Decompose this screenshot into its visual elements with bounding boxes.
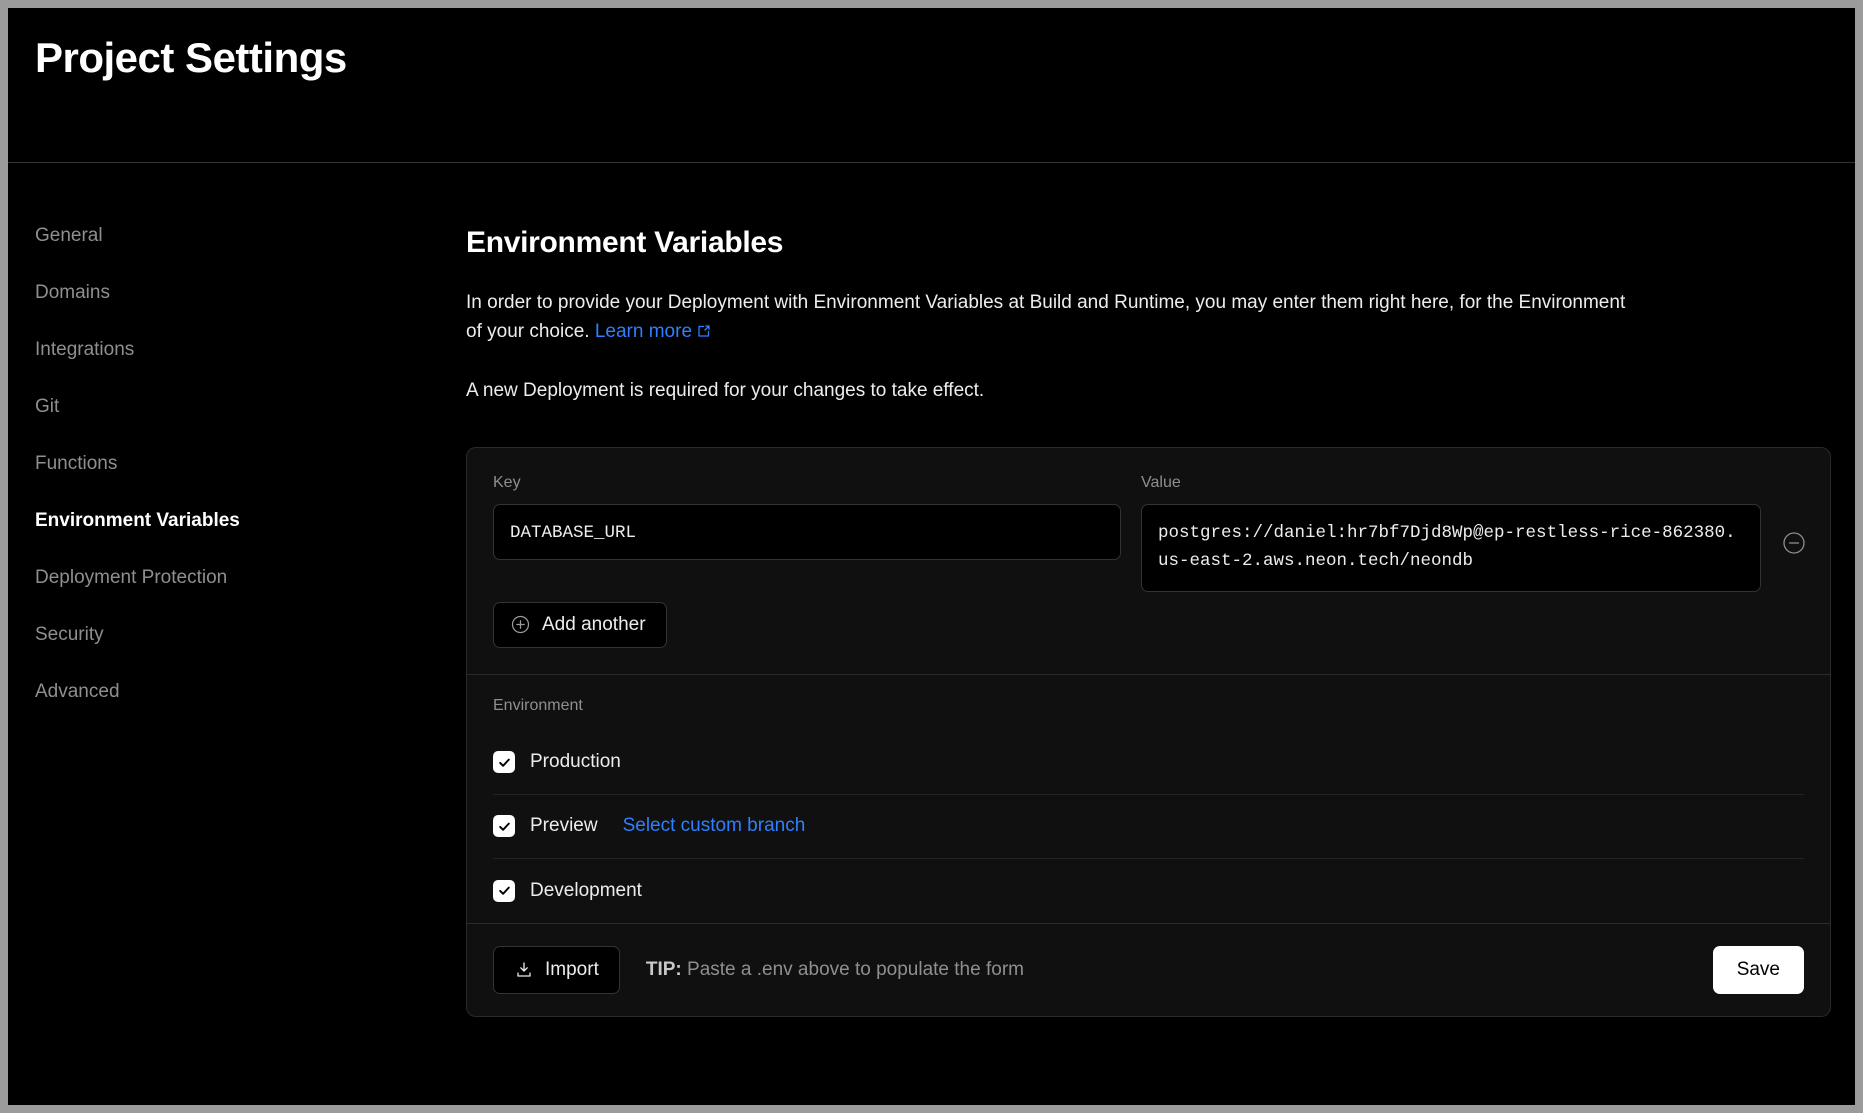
sidebar-item-integrations[interactable]: Integrations: [35, 340, 466, 359]
import-button[interactable]: Import: [493, 945, 620, 994]
environment-name: Development: [530, 879, 642, 901]
value-input[interactable]: [1141, 503, 1761, 592]
section-note: A new Deployment is required for your ch…: [466, 379, 985, 401]
checkbox-preview[interactable]: [493, 815, 515, 838]
environment-name: Preview: [530, 815, 598, 837]
app-window: Project Settings General Domains Integrati…: [8, 8, 1855, 1105]
external-link-icon: [696, 319, 712, 348]
sidebar-item-environment-variables[interactable]: Environment Variables: [35, 511, 466, 530]
checkbox-development[interactable]: [493, 879, 515, 902]
save-button[interactable]: Save: [1712, 945, 1804, 994]
add-another-button[interactable]: Add another: [493, 601, 667, 648]
key-value-section: Key Value: [467, 448, 1830, 674]
sidebar-item-functions[interactable]: Functions: [35, 454, 466, 473]
key-input[interactable]: [493, 503, 1121, 560]
card-footer: Import TIP: Paste a .env above to popula…: [467, 922, 1830, 1016]
environment-options-list: Production Preview Select custom branch Dev…: [493, 731, 1804, 923]
circle-plus-icon: [510, 614, 531, 635]
key-label: Key: [493, 473, 521, 491]
sidebar-item-security[interactable]: Security: [35, 625, 466, 644]
page-title: Project Settings: [35, 34, 347, 81]
tip-prefix: TIP:: [645, 958, 682, 980]
section-description: In order to provide your Deployment with…: [466, 288, 1626, 349]
sidebar-item-domains[interactable]: Domains: [35, 283, 466, 302]
add-another-label: Add another: [542, 613, 646, 635]
circle-minus-icon[interactable]: [1781, 530, 1807, 556]
value-label: Value: [1141, 473, 1181, 491]
page-header: Project Settings: [8, 8, 1855, 163]
environment-name: Production: [530, 751, 621, 773]
section-title: Environment Variables: [466, 226, 784, 259]
learn-more-link[interactable]: Learn more: [595, 321, 712, 342]
key-column: Key: [493, 474, 1121, 596]
select-custom-branch-link[interactable]: Select custom branch: [623, 815, 806, 837]
environment-row: Preview Select custom branch: [493, 795, 1804, 859]
sidebar-item-general[interactable]: General: [35, 226, 466, 245]
tip-text: TIP: Paste a .env above to populate the …: [646, 959, 1024, 981]
download-icon: [514, 960, 534, 980]
sidebar-item-advanced[interactable]: Advanced: [35, 682, 466, 701]
main-content: Environment Variables In order to provid…: [466, 226, 1855, 1017]
value-column: Value: [1141, 474, 1761, 592]
environment-section: Environment Production Preview Select cust…: [467, 675, 1830, 923]
import-label: Import: [545, 958, 599, 980]
key-input-shell: [493, 503, 1121, 596]
page-body: General Domains Integrations Git Functions En…: [8, 163, 1855, 1017]
key-value-row: Key Value: [493, 474, 1807, 596]
environment-row: Production: [493, 731, 1804, 795]
sidebar-item-deployment-protection[interactable]: Deployment Protection: [35, 568, 466, 587]
environment-label: Environment: [493, 696, 583, 714]
env-var-card: Key Value: [466, 446, 1831, 1017]
environment-row: Development: [493, 859, 1804, 923]
sidebar-item-git[interactable]: Git: [35, 397, 466, 416]
learn-more-label: Learn more: [594, 321, 693, 343]
checkbox-production[interactable]: [493, 751, 515, 774]
settings-sidebar: General Domains Integrations Git Functions En…: [8, 226, 466, 1017]
tip-body: Paste a .env above to populate the form: [681, 958, 1024, 980]
